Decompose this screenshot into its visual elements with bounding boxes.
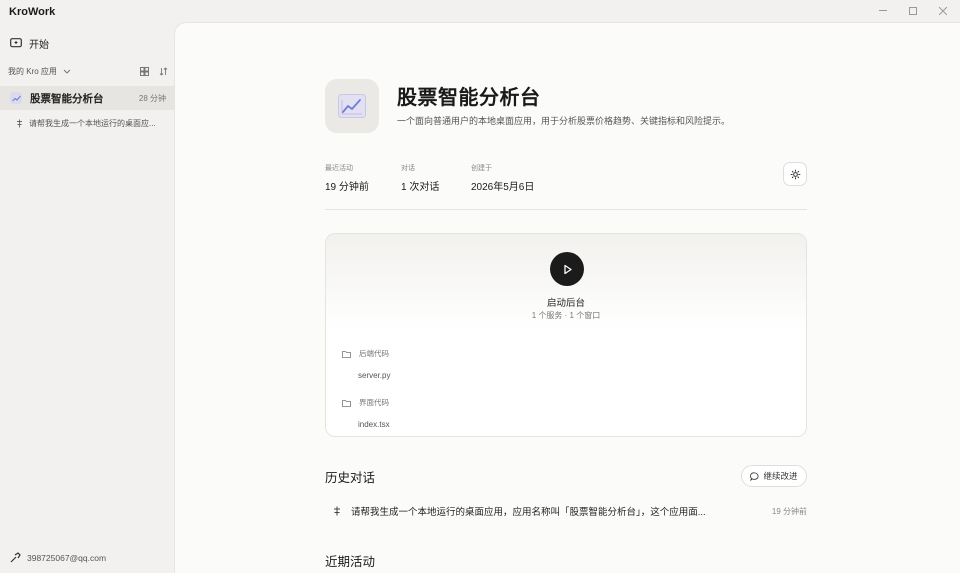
meta-label: 最近活动 — [325, 165, 353, 172]
continue-improve-label: 继续改进 — [763, 471, 798, 481]
sidebar-app-name: 股票智能分析台 — [30, 92, 104, 105]
chart-app-icon — [10, 92, 22, 104]
app-description: 一个面向普通用户的本地桌面应用，用于分析股票价格趋势、关键指标和风险提示。 — [397, 116, 731, 126]
frontend-folder[interactable]: 界面代码 — [342, 397, 389, 408]
sidebar-start-label: 开始 — [29, 40, 49, 51]
frontend-file[interactable]: index.tsx — [358, 420, 390, 429]
user-account[interactable]: 398725067@qq.com — [10, 552, 106, 563]
sidebar-item-start[interactable]: 开始 — [10, 36, 49, 51]
user-email: 398725067@qq.com — [27, 552, 107, 563]
sparkle-icon — [334, 506, 340, 516]
sort-icon[interactable] — [159, 67, 168, 76]
sidebar-conversation-item[interactable]: 请帮我生成一个本地运行的桌面应... — [16, 118, 168, 129]
sparkle-icon — [17, 119, 22, 128]
meta-value: 2026年5月6日 — [471, 182, 535, 193]
close-icon — [939, 7, 947, 15]
line-chart-icon — [338, 94, 366, 118]
folder-icon — [342, 399, 351, 407]
chevron-down-icon[interactable] — [63, 69, 71, 75]
play-icon — [563, 264, 572, 274]
chat-icon — [10, 38, 22, 48]
maximize-icon — [909, 7, 917, 15]
recent-activity-title: 近期活动 — [325, 555, 376, 569]
history-item[interactable]: 请帮我生成一个本地运行的桌面应用，应用名称叫「股票智能分析台」，这个应用面...… — [333, 504, 807, 518]
gear-icon — [790, 169, 800, 179]
minimize-button[interactable] — [872, 4, 894, 18]
apps-section-label: 我的 Kro 应用 — [8, 67, 57, 76]
sidebar-app-time: 28 分钟 — [138, 93, 166, 103]
minimize-icon — [879, 10, 887, 11]
frontend-folder-label: 界面代码 — [359, 398, 389, 407]
meta-conversations: 对话 1 次对话 — [401, 163, 439, 193]
sidebar-conversation-text: 请帮我生成一个本地运行的桌面应... — [29, 119, 156, 128]
history-title: 历史对话 — [325, 471, 376, 485]
apps-section-header: 我的 Kro 应用 — [8, 66, 168, 77]
sidebar-item-stock-app[interactable]: 股票智能分析台 28 分钟 — [0, 86, 174, 110]
app-logo — [325, 79, 379, 133]
launch-label: 启动后台 — [546, 298, 585, 309]
close-button[interactable] — [932, 4, 954, 18]
launch-card: 启动后台 1 个服务 · 1 个窗口 后端代码 server.py 界面代码 i… — [325, 233, 807, 437]
history-item-text: 请帮我生成一个本地运行的桌面应用，应用名称叫「股票智能分析台」，这个应用面... — [351, 507, 706, 518]
meta-label: 对话 — [401, 165, 415, 172]
user-status-icon — [10, 552, 21, 563]
app-name: 股票智能分析台 — [397, 87, 541, 109]
meta-value: 1 次对话 — [401, 182, 440, 193]
divider — [325, 209, 807, 210]
backend-file[interactable]: server.py — [358, 371, 390, 380]
backend-folder-label: 后端代码 — [359, 349, 389, 358]
maximize-button[interactable] — [902, 4, 924, 18]
history-item-time: 19 分钟前 — [771, 506, 807, 516]
main-panel: 股票智能分析台 一个面向普通用户的本地桌面应用，用于分析股票价格趋势、关键指标和… — [174, 22, 960, 573]
settings-button[interactable] — [783, 162, 807, 186]
grid-view-icon[interactable] — [140, 67, 149, 76]
continue-improve-button[interactable]: 继续改进 — [741, 465, 807, 487]
launch-button[interactable] — [550, 252, 584, 286]
sidebar: 开始 我的 Kro 应用 股票智能分析台 28 分钟 请帮我生成一个本地运行的桌… — [0, 22, 174, 573]
meta-last-activity: 最近活动 19 分钟前 — [325, 163, 369, 193]
chat-bubble-icon — [750, 471, 759, 481]
meta-label: 创建于 — [471, 165, 492, 172]
folder-icon — [342, 350, 351, 358]
app-title: KroWork — [9, 6, 56, 18]
backend-folder[interactable]: 后端代码 — [342, 348, 389, 359]
launch-subtitle: 1 个服务 · 1 个窗口 — [531, 311, 601, 320]
meta-created: 创建于 2026年5月6日 — [471, 163, 534, 193]
meta-value: 19 分钟前 — [325, 182, 369, 193]
